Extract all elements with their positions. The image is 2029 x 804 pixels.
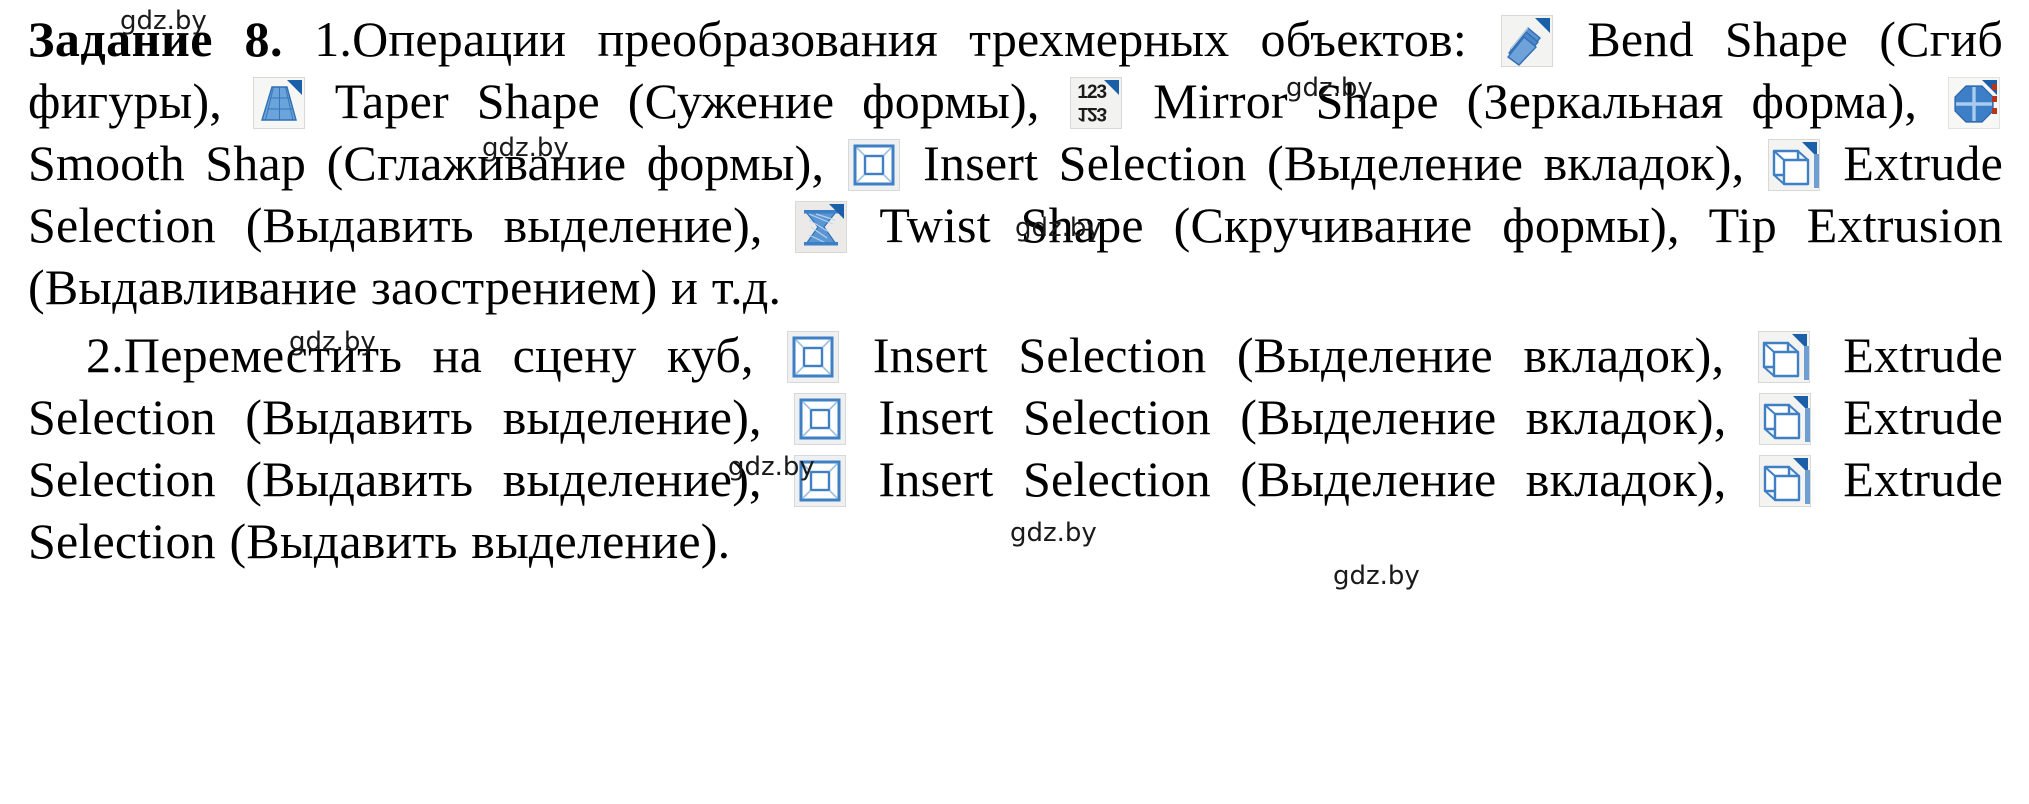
mirror-digits-top: 123 xyxy=(1077,82,1107,103)
document-body: Задание 8. 1.Операции преобразования тре… xyxy=(28,8,2003,572)
watermark: gdz.by xyxy=(120,6,207,36)
insert-selection-icon[interactable] xyxy=(847,139,900,191)
smooth-shape-icon[interactable] xyxy=(1947,77,2000,129)
side-bar-icon xyxy=(1804,408,1810,442)
bend-shape-icon[interactable] xyxy=(1501,15,1554,67)
extrude-selection-icon[interactable] xyxy=(1758,455,1811,507)
document-page: 123 123 xyxy=(0,0,2029,804)
watermark: gdz.by xyxy=(482,133,569,163)
extrude-selection-icon[interactable] xyxy=(1757,331,1810,383)
twist-shape-icon[interactable] xyxy=(795,201,848,253)
taper-shape-icon[interactable] xyxy=(252,77,305,129)
text-run: 2.Переместить на сцену куб, xyxy=(86,327,785,383)
mirror-shape-icon[interactable]: 123 123 xyxy=(1070,77,1123,129)
watermark: gdz.by xyxy=(1333,561,1420,591)
watermark: gdz.by xyxy=(1286,73,1373,103)
watermark: gdz.by xyxy=(289,327,376,357)
text-run: Insert Selection (Выделение вкладок), xyxy=(902,135,1765,191)
side-bar-icon xyxy=(1804,470,1810,504)
watermark: gdz.by xyxy=(728,452,815,482)
paragraph-1: Задание 8. 1.Операции преобразования тре… xyxy=(28,8,2003,318)
text-run: Insert Selection (Выделение вкладок), xyxy=(842,327,1755,383)
side-bar-icon xyxy=(1813,154,1819,188)
text-run: 1.Операции преобразования трехмерных объ… xyxy=(283,11,1499,67)
paragraph-1-flow: 1.Операции преобразования трехмерных объ… xyxy=(28,11,2003,315)
text-run: Insert Selection (Выделение вкладок), xyxy=(849,389,1756,445)
insert-selection-icon[interactable] xyxy=(794,393,847,445)
extrude-selection-icon[interactable] xyxy=(1767,139,1820,191)
text-run: Taper Shape (Сужение формы), xyxy=(307,73,1068,129)
corner-flag-icon xyxy=(1104,80,1120,95)
mirror-digits-bottom: 123 xyxy=(1077,103,1107,124)
corner-flag-icon xyxy=(829,204,845,219)
text-run: Insert Selection (Выделение вкладок), xyxy=(849,451,1756,507)
corner-flag-icon xyxy=(1535,18,1551,33)
side-bar-icon xyxy=(1803,346,1809,380)
mirror-digits: 123 123 xyxy=(1077,82,1107,124)
ruler-dots-icon xyxy=(1991,84,1997,120)
extrude-selection-icon[interactable] xyxy=(1758,393,1811,445)
text-run: Smooth Shap (Сглаживание формы), xyxy=(28,135,845,191)
text-run: Mirror Shape (Зеркальная форма), xyxy=(1125,73,1945,129)
watermark: gdz.by xyxy=(1010,518,1097,548)
watermark: gdz.by xyxy=(1015,213,1102,243)
corner-flag-icon xyxy=(286,80,302,95)
insert-selection-icon[interactable] xyxy=(787,331,840,383)
